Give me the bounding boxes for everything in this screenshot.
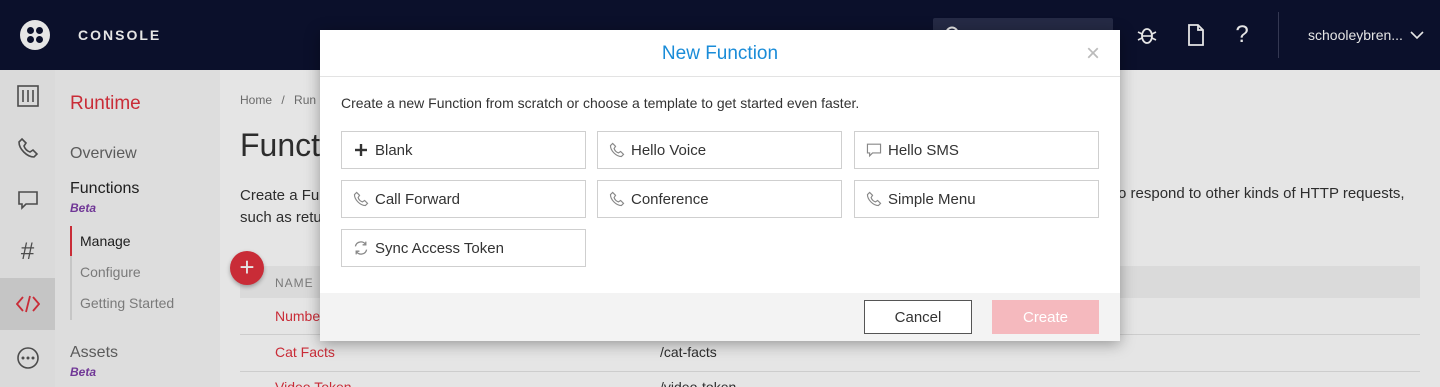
template-label: Hello SMS bbox=[888, 141, 959, 159]
template-label: Conference bbox=[631, 190, 709, 208]
template-label: Hello Voice bbox=[631, 141, 707, 159]
template-sync-access-token[interactable]: Sync Access Token bbox=[341, 229, 586, 267]
new-function-modal: New Function × Create a new Function fro… bbox=[320, 30, 1120, 341]
sync-icon bbox=[351, 238, 371, 258]
phone-icon bbox=[607, 140, 627, 160]
template-label: Call Forward bbox=[375, 190, 461, 208]
template-simple-menu[interactable]: Simple Menu bbox=[854, 180, 1099, 218]
phone-icon bbox=[864, 189, 884, 209]
template-label: Sync Access Token bbox=[375, 239, 504, 257]
template-blank[interactable]: Blank bbox=[341, 131, 586, 169]
template-conference[interactable]: Conference bbox=[597, 180, 842, 218]
plus-icon bbox=[351, 140, 371, 160]
template-hello-sms[interactable]: Hello SMS bbox=[854, 131, 1099, 169]
template-label: Blank bbox=[375, 141, 413, 159]
close-icon[interactable]: × bbox=[1086, 40, 1100, 68]
template-hello-voice[interactable]: Hello Voice bbox=[597, 131, 842, 169]
template-label: Simple Menu bbox=[888, 190, 976, 208]
chat-icon bbox=[864, 140, 884, 160]
template-call-forward[interactable]: Call Forward bbox=[341, 180, 586, 218]
modal-header: New Function × bbox=[320, 30, 1120, 77]
modal-intro: Create a new Function from scratch or ch… bbox=[341, 95, 860, 111]
phone-icon bbox=[607, 189, 627, 209]
cancel-button[interactable]: Cancel bbox=[864, 300, 972, 334]
create-button[interactable]: Create bbox=[992, 300, 1099, 334]
modal-title: New Function bbox=[661, 43, 779, 64]
phone-icon bbox=[351, 189, 371, 209]
